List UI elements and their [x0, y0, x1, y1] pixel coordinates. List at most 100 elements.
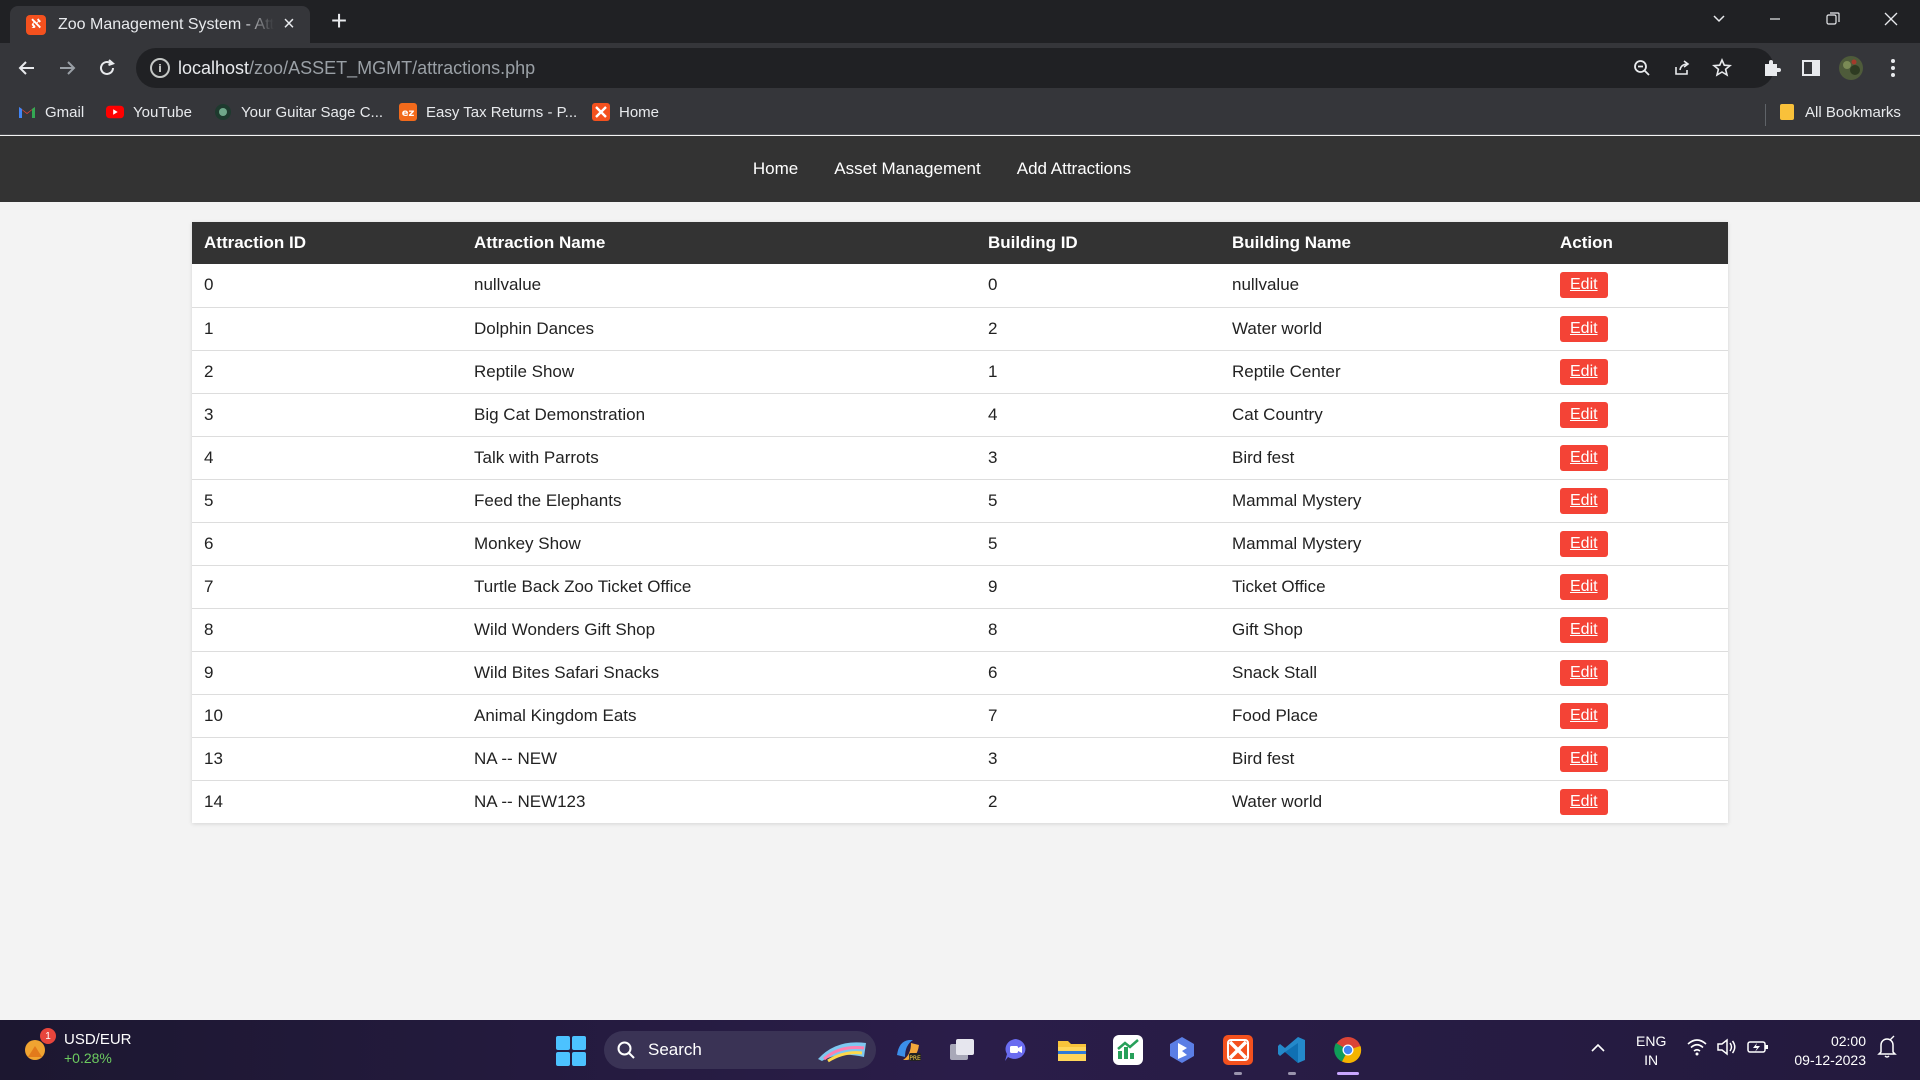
search-highlight-icon [818, 1042, 866, 1063]
cell-attraction-id: 3 [192, 393, 462, 437]
zoo-home-icon [592, 103, 610, 121]
cell-action: Edit [1548, 436, 1728, 480]
bookmark-gmail[interactable]: Gmail [18, 103, 84, 121]
tab-search-icon[interactable] [1696, 0, 1742, 38]
bookmark-youtube[interactable]: YouTube [106, 103, 192, 121]
copilot-app-icon[interactable]: PRE [892, 1034, 924, 1066]
xampp-app-icon[interactable] [1222, 1034, 1254, 1066]
table-row: 5 Feed the Elephants 5 Mammal Mystery Ed… [192, 479, 1728, 523]
cell-action: Edit [1548, 522, 1728, 566]
address-bar[interactable]: i localhost/zoo/ASSET_MGMT/attractions.p… [136, 48, 1774, 88]
stocks-app-icon[interactable] [1112, 1034, 1144, 1066]
cell-building-name: Mammal Mystery [1220, 479, 1548, 523]
cell-attraction-id: 8 [192, 608, 462, 652]
edit-button[interactable]: Edit [1560, 573, 1608, 600]
battery-icon[interactable] [1746, 1032, 1770, 1067]
cell-attraction-name: Wild Bites Safari Snacks [462, 651, 976, 695]
cell-building-name: Cat Country [1220, 393, 1548, 437]
windows-start-icon[interactable] [556, 1036, 586, 1066]
new-tab-button[interactable]: + [324, 6, 354, 36]
bookmark-guitar-sage[interactable]: Your Guitar Sage C... [214, 103, 383, 121]
cell-building-id: 2 [988, 791, 998, 811]
cell-building-name: Ticket Office [1220, 565, 1548, 609]
cell-building-name: Mammal Mystery [1220, 522, 1548, 566]
cell-action: Edit [1548, 264, 1728, 308]
table-row: 1 Dolphin Dances 2 Water world Edit [192, 307, 1728, 351]
cell-attraction-id: 1 [192, 307, 462, 351]
browser-menu-icon[interactable] [1880, 55, 1906, 81]
back-arrow-icon[interactable] [12, 53, 42, 83]
edit-button[interactable]: Edit [1560, 788, 1608, 815]
attractions-table-container: Attraction ID Attraction Name Building I… [192, 222, 1728, 823]
profile-avatar[interactable] [1838, 55, 1864, 81]
close-window-button[interactable] [1868, 0, 1914, 38]
widget-title: USD/EUR [64, 1031, 132, 1048]
cell-attraction-name: Wild Wonders Gift Shop [462, 608, 976, 652]
side-panel-icon[interactable] [1798, 55, 1824, 81]
share-icon[interactable] [1670, 56, 1694, 80]
gmail-icon [18, 103, 36, 121]
wifi-icon[interactable] [1686, 1032, 1708, 1067]
edit-button[interactable]: Edit [1560, 315, 1608, 342]
minimize-window-button[interactable] [1752, 0, 1798, 38]
cell-action: Edit [1548, 350, 1728, 394]
edit-button[interactable]: Edit [1560, 659, 1608, 686]
nav-link-add-attractions[interactable]: Add Attractions [1017, 159, 1131, 179]
restore-window-button[interactable] [1810, 0, 1856, 38]
file-explorer-icon[interactable] [1056, 1034, 1088, 1066]
cell-attraction-name: Turtle Back Zoo Ticket Office [462, 565, 976, 609]
url-text[interactable]: localhost/zoo/ASSET_MGMT/attractions.php [178, 58, 535, 79]
edit-button[interactable]: Edit [1560, 487, 1608, 514]
nav-link-home[interactable]: Home [753, 159, 798, 179]
cell-attraction-name: Talk with Parrots [462, 436, 976, 480]
cell-attraction-name: Big Cat Demonstration [462, 393, 976, 437]
clock-date: 09-12-2023 [1794, 1052, 1866, 1068]
show-hidden-icons-chevron-icon[interactable] [1590, 1032, 1606, 1067]
header-attraction-id: Attraction ID [192, 222, 462, 264]
cell-building-id: 2 [976, 307, 1220, 351]
reload-icon[interactable] [92, 53, 122, 83]
language-indicator[interactable]: ENG IN [1636, 1032, 1666, 1070]
notification-center-icon[interactable] [1876, 1032, 1898, 1067]
windows-taskbar: 1 USD/EUR +0.28% Search PRE ENG IN 02:00… [0, 1020, 1920, 1080]
browser-toolbar: i localhost/zoo/ASSET_MGMT/attractions.p… [0, 43, 1920, 93]
task-view-icon[interactable] [946, 1034, 978, 1066]
zoom-icon[interactable] [1630, 56, 1654, 80]
edit-button[interactable]: Edit [1560, 745, 1608, 772]
vscode-app-icon[interactable] [1276, 1034, 1308, 1066]
widget-value: +0.28% [64, 1050, 112, 1066]
edit-button[interactable]: Edit [1560, 616, 1608, 643]
cell-building-id: 8 [976, 608, 1220, 652]
bing-app-icon[interactable] [1166, 1034, 1198, 1066]
edit-button[interactable]: Edit [1560, 444, 1608, 471]
cell-attraction-id: 7 [192, 565, 462, 609]
site-info-icon[interactable]: i [150, 58, 170, 78]
table-row: 0 nullvalue 0 nullvalue Edit [192, 264, 1728, 308]
volume-icon[interactable] [1716, 1032, 1738, 1067]
chrome-app-icon[interactable] [1332, 1034, 1364, 1066]
all-bookmarks-button[interactable]: All Bookmarks [1778, 103, 1901, 121]
bookmark-home[interactable]: Home [592, 103, 659, 121]
edit-button[interactable]: Edit [1560, 358, 1608, 385]
currency-widget[interactable]: 1 USD/EUR +0.28% [22, 1028, 132, 1068]
table-row: 7 Turtle Back Zoo Ticket Office 9 Ticket… [192, 565, 1728, 609]
edit-button[interactable]: Edit [1560, 702, 1608, 729]
taskbar-search-box[interactable]: Search [604, 1031, 876, 1069]
cell-attraction-name: Feed the Elephants [462, 479, 976, 523]
edit-button[interactable]: Edit [1560, 530, 1608, 557]
svg-text:ez: ez [402, 108, 415, 119]
forward-arrow-icon[interactable] [52, 53, 82, 83]
system-clock[interactable]: 02:00 09-12-2023 [1782, 1032, 1866, 1070]
browser-tab[interactable]: ℵ Zoo Management System - Attractions × [10, 6, 310, 43]
cell-action: Edit [1548, 479, 1728, 523]
edit-button[interactable]: Edit [1560, 401, 1608, 428]
bookmark-star-icon[interactable] [1710, 56, 1734, 80]
extensions-puzzle-icon[interactable] [1759, 55, 1785, 81]
cell-attraction-id: 14 [204, 791, 223, 811]
bookmark-easy-tax[interactable]: ez Easy Tax Returns - P... [399, 103, 577, 121]
edit-button[interactable]: Edit [1560, 272, 1608, 299]
teams-chat-icon[interactable] [1000, 1034, 1032, 1066]
close-tab-icon[interactable]: × [278, 13, 300, 36]
cell-action: Edit [1548, 651, 1728, 695]
nav-link-asset-management[interactable]: Asset Management [834, 159, 980, 179]
